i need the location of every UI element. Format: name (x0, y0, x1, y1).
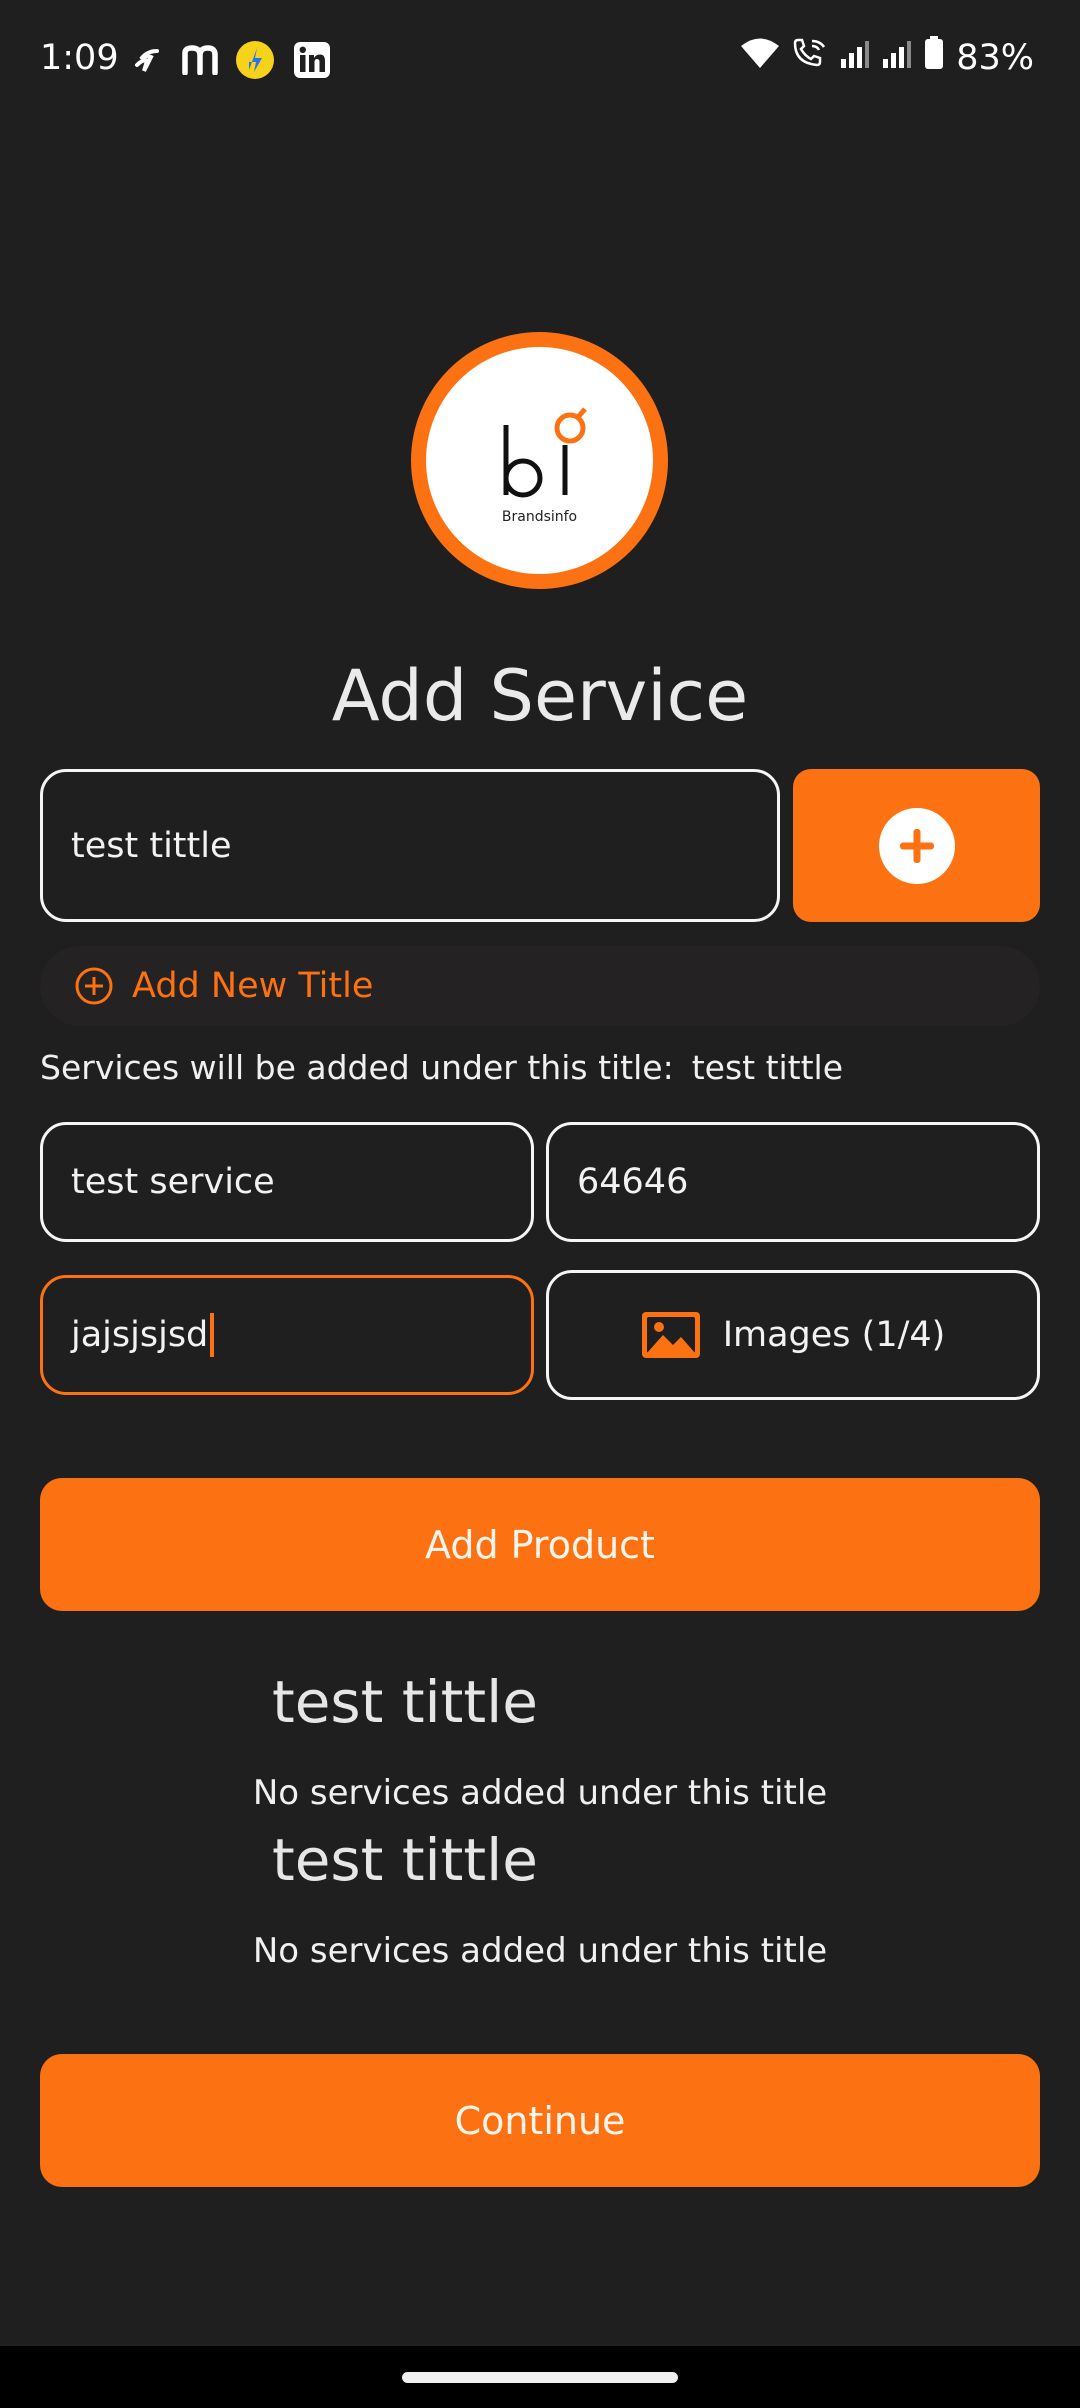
wifi-icon (740, 37, 780, 78)
group-title: test tittle (272, 1826, 538, 1894)
wifi-calling-icon (792, 37, 828, 78)
title-hint-prefix: Services will be added under this title: (40, 1048, 674, 1087)
page-title: Add Service (331, 655, 749, 737)
bi-logo-mark (503, 407, 587, 498)
text-cursor (210, 1313, 215, 1357)
myntra-m-icon (180, 40, 220, 80)
plus-outline-icon (75, 967, 113, 1005)
linkedin-icon (292, 40, 332, 80)
service-name-input[interactable]: test service (40, 1122, 534, 1242)
flipkart-icon (234, 40, 276, 80)
status-time: 1:09 (40, 38, 119, 78)
group-empty-text: No services added under this title (252, 1773, 828, 1813)
add-new-title-label: Add New Title (132, 966, 374, 1006)
add-service-screen: 1:09 83% Brandsinfo Add Service test tit… (0, 0, 1080, 2408)
add-new-title-button[interactable]: Add New Title (40, 946, 1040, 1026)
add-product-button[interactable]: Add Product (40, 1478, 1040, 1611)
battery-level: 83% (956, 37, 1034, 78)
title-hint-value: test tittle (691, 1048, 844, 1087)
title-hint: Services will be added under this title:… (40, 1048, 843, 1087)
signal-icon (840, 38, 870, 78)
flipkart-bolt-icon (130, 40, 164, 80)
price-input[interactable]: 64646 (546, 1122, 1040, 1242)
title-input-value: test tittle (71, 825, 232, 866)
logo-wordmark: Brandsinfo (501, 509, 578, 525)
add-product-label: Add Product (425, 1522, 655, 1567)
continue-button[interactable]: Continue (40, 2054, 1040, 2187)
group-title: test tittle (272, 1668, 538, 1736)
service-name-value: test service (71, 1162, 275, 1202)
image-icon (641, 1312, 700, 1358)
status-bar: 1:09 83% (0, 0, 1080, 124)
description-value: jajsjsjsd (71, 1315, 209, 1355)
group-empty-text: No services added under this title (252, 1931, 828, 1971)
price-value: 64646 (577, 1162, 689, 1202)
description-input[interactable]: jajsjsjsd (40, 1275, 534, 1395)
images-button-label: Images (1/4) (722, 1315, 946, 1355)
home-gesture-handle[interactable] (402, 2372, 678, 2383)
images-button[interactable]: Images (1/4) (546, 1270, 1040, 1400)
signal-icon (882, 38, 912, 78)
plus-circle-icon (878, 807, 955, 884)
battery-icon (924, 36, 944, 79)
add-title-button[interactable] (793, 769, 1040, 922)
title-input[interactable]: test tittle (40, 769, 780, 922)
status-right: 83% (740, 36, 1034, 79)
continue-label: Continue (454, 2098, 626, 2143)
brand-logo: Brandsinfo (411, 332, 668, 589)
logo-inner: Brandsinfo (426, 347, 653, 574)
